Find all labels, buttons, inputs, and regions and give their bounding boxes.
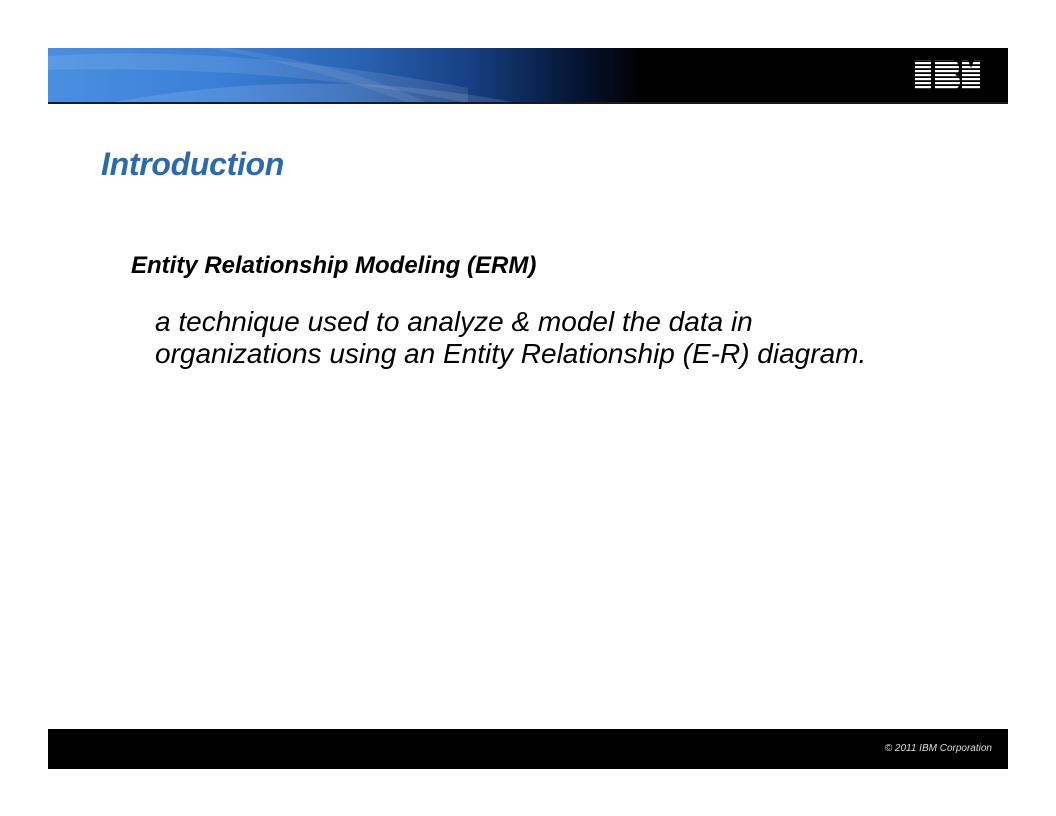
definition-line: a technique used to analyze & model the … (155, 306, 753, 337)
copyright-text: © 2011 IBM Corporation (884, 743, 992, 754)
ibm-logo (915, 60, 980, 90)
header-divider (48, 102, 1008, 104)
footer-bar: © 2011 IBM Corporation (48, 729, 1008, 769)
definition-text: a technique used to analyze & model the … (155, 306, 955, 370)
slide: Introduction Entity Relationship Modelin… (0, 0, 1056, 816)
slide-title: Introduction (101, 146, 285, 182)
header-banner (48, 48, 1008, 103)
definition-line: organizations using an Entity Relationsh… (155, 338, 867, 369)
header-swoosh-graphic (48, 48, 518, 103)
section-heading: Entity Relationship Modeling (ERM) (131, 252, 537, 279)
